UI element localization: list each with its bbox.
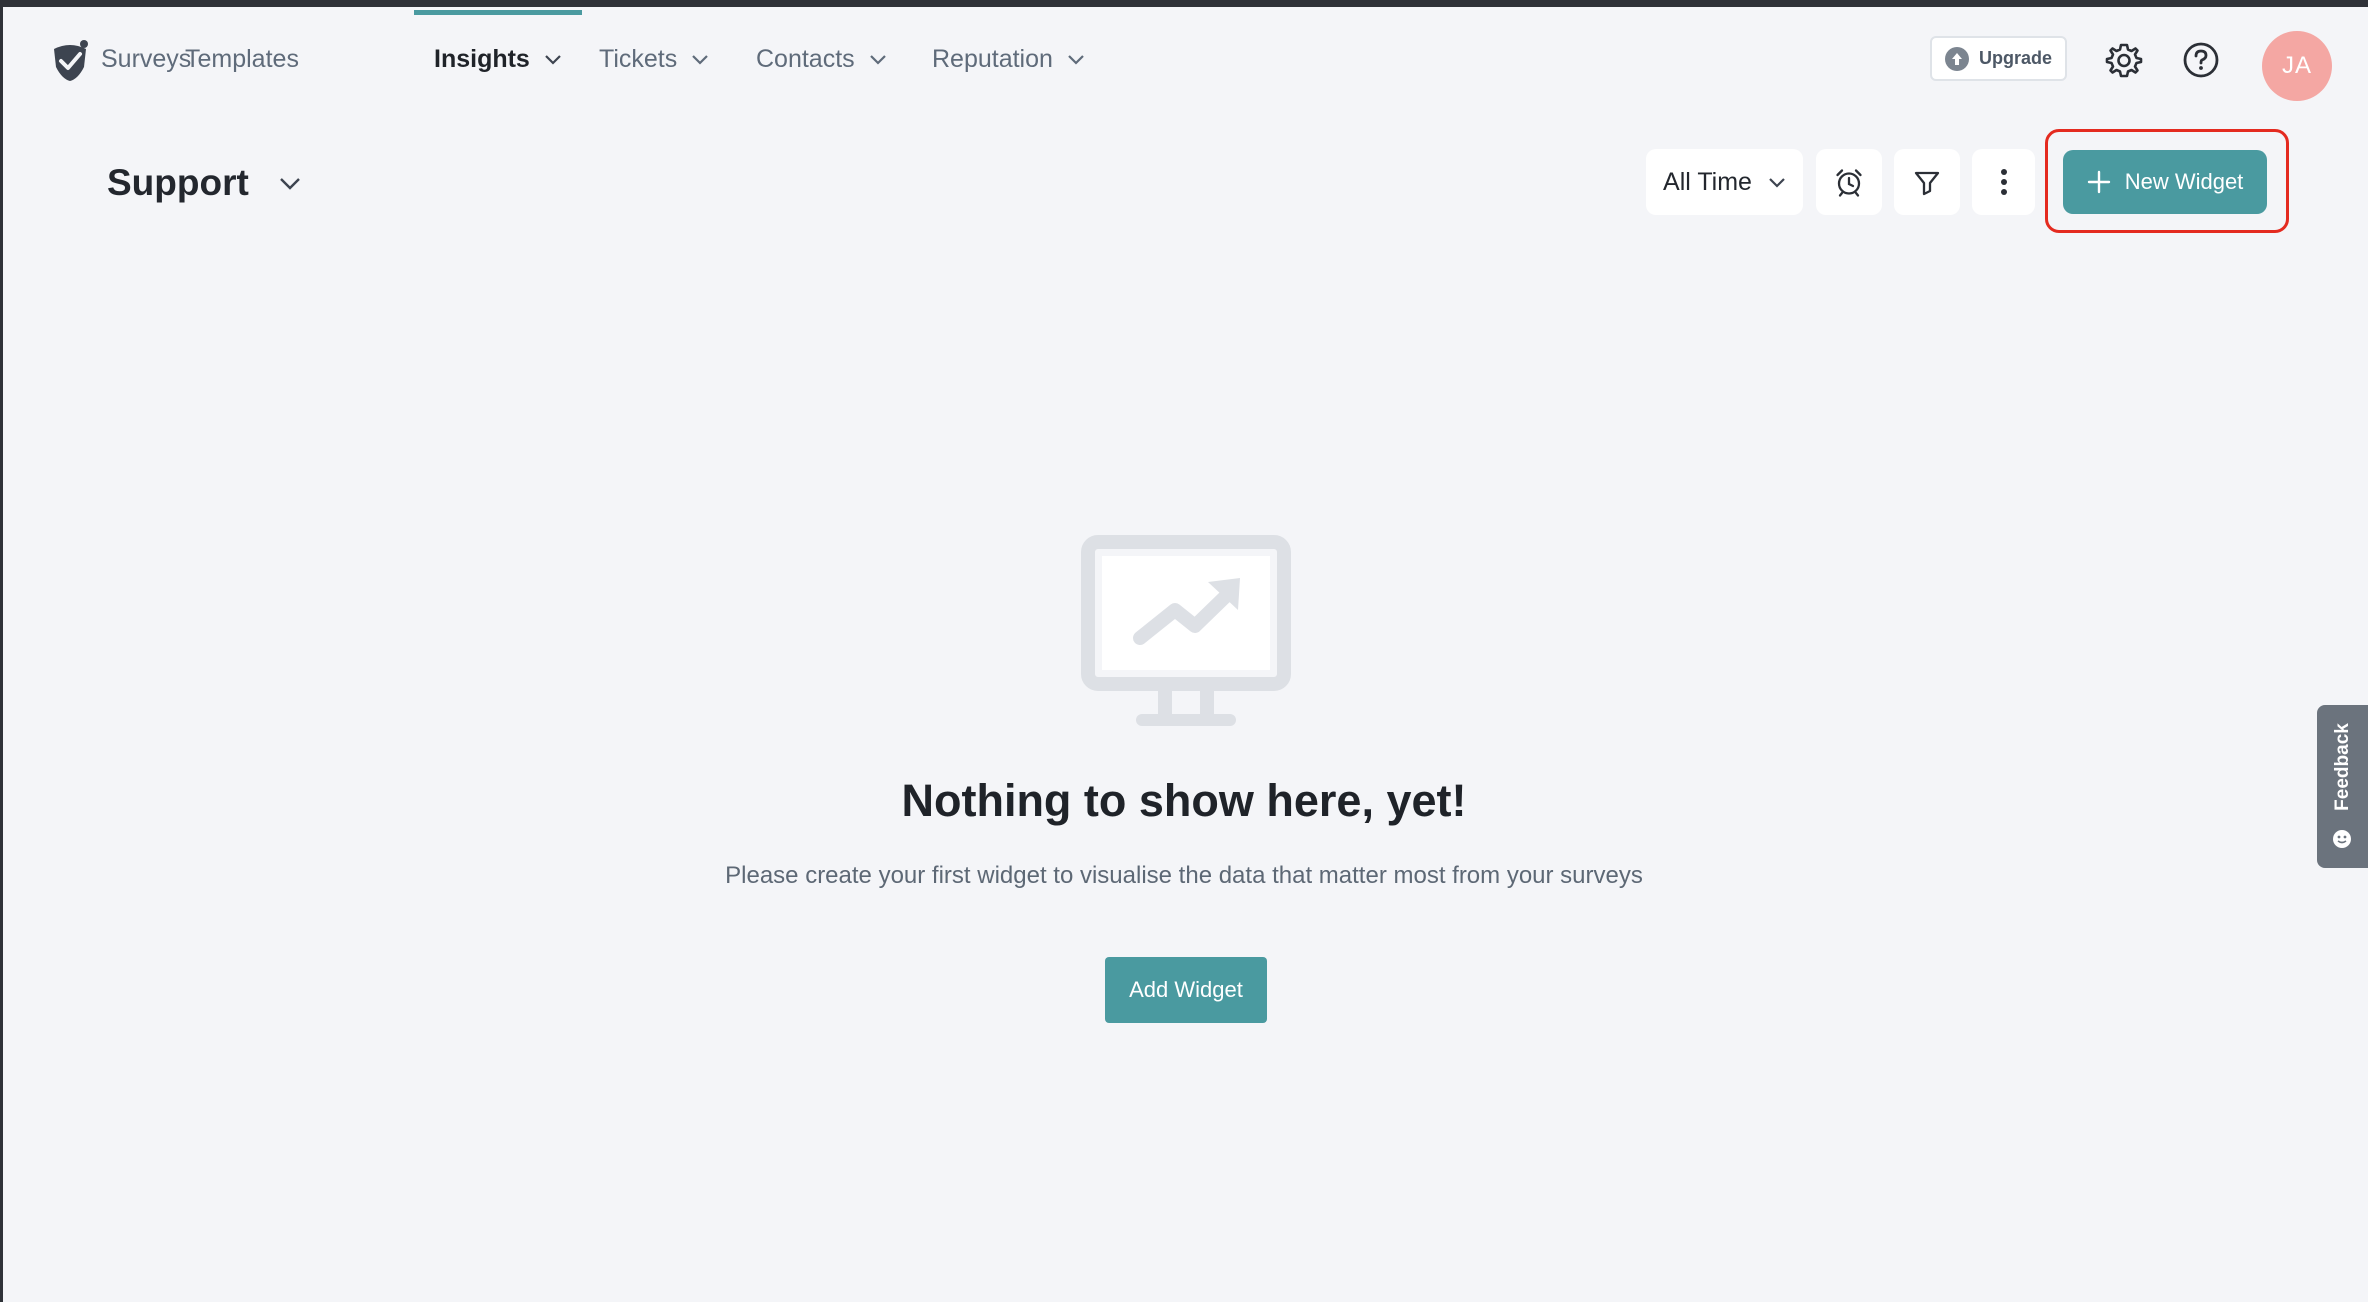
top-nav: Surveys Templates Insights Tickets Conta… xyxy=(3,7,2368,111)
nav-insights[interactable]: Insights xyxy=(414,7,582,111)
more-options-button[interactable] xyxy=(1972,149,2035,215)
window-top-strip xyxy=(0,0,2368,7)
avatar-initials: JA xyxy=(2281,52,2312,79)
nav-insights-label: Insights xyxy=(434,44,530,73)
nav-templates[interactable]: Templates xyxy=(185,7,299,111)
new-widget-button[interactable]: New Widget xyxy=(2063,150,2267,214)
nav-tickets-label: Tickets xyxy=(599,44,678,73)
time-range-label: All Time xyxy=(1663,167,1752,196)
chevron-down-icon xyxy=(869,55,886,65)
logo-icon[interactable] xyxy=(48,37,92,83)
feedback-tab[interactable]: Feedback xyxy=(2317,705,2368,868)
empty-state-title: Nothing to show here, yet! xyxy=(901,775,1467,826)
dashboard-selector[interactable]: Support xyxy=(107,155,301,211)
feedback-label: Feedback xyxy=(2332,723,2353,811)
page-title: Support xyxy=(107,162,249,203)
add-widget-button[interactable]: Add Widget xyxy=(1105,957,1267,1023)
chevron-down-icon xyxy=(1068,55,1084,65)
filter-button[interactable] xyxy=(1894,149,1960,215)
add-widget-label: Add Widget xyxy=(1129,977,1243,1002)
nav-surveys-label: Surveys xyxy=(101,44,192,73)
window-left-edge xyxy=(0,0,3,1302)
upgrade-icon xyxy=(1944,46,1969,71)
nav-reputation[interactable]: Reputation xyxy=(932,7,1085,111)
nav-reputation-label: Reputation xyxy=(932,44,1053,73)
nav-tickets[interactable]: Tickets xyxy=(599,7,709,111)
feedback-smile-icon xyxy=(2333,830,2351,848)
chevron-down-icon xyxy=(692,55,709,65)
nav-contacts-label: Contacts xyxy=(756,44,855,73)
new-widget-label: New Widget xyxy=(2124,169,2244,194)
schedule-button[interactable] xyxy=(1816,149,1882,215)
empty-state-subtitle: Please create your first widget to visua… xyxy=(725,862,1643,889)
filter-icon xyxy=(1914,171,1940,196)
nav-templates-label: Templates xyxy=(185,44,299,73)
monitor-chart-icon xyxy=(1081,535,1291,726)
nav-surveys[interactable]: Surveys xyxy=(101,7,191,111)
chevron-down-icon xyxy=(545,55,561,65)
avatar[interactable]: JA xyxy=(2262,31,2332,101)
time-range-select[interactable]: All Time xyxy=(1646,149,1803,215)
plus-icon xyxy=(2087,170,2110,194)
help-icon[interactable] xyxy=(2181,40,2221,80)
upgrade-label: Upgrade xyxy=(1978,48,2052,68)
chevron-down-icon xyxy=(279,178,300,190)
upgrade-button[interactable]: Upgrade xyxy=(1930,36,2067,81)
gear-icon[interactable] xyxy=(2104,40,2144,80)
alarm-clock-icon xyxy=(1836,169,1862,197)
chevron-down-icon xyxy=(1769,178,1785,188)
more-vertical-icon xyxy=(2000,169,2007,195)
nav-contacts[interactable]: Contacts xyxy=(756,7,887,111)
